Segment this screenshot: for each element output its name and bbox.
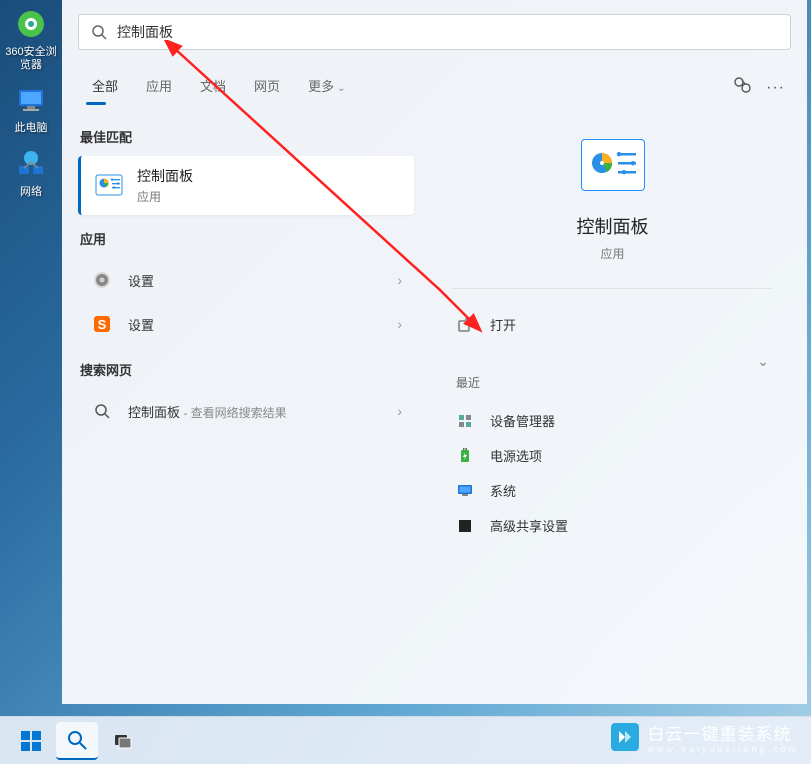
power-options-icon	[456, 447, 474, 465]
recent-item-label: 系统	[490, 481, 516, 500]
divider	[452, 288, 773, 289]
best-match-subtitle: 应用	[137, 188, 193, 205]
recent-power-options[interactable]: 电源选项	[452, 438, 773, 473]
device-manager-icon	[456, 412, 474, 430]
search-input[interactable]	[117, 24, 778, 40]
open-action[interactable]: 打开	[452, 305, 773, 344]
desktop-icon-network[interactable]: 网络	[0, 142, 62, 205]
best-match-result[interactable]: 控制面板 应用	[78, 156, 414, 215]
recent-item-label: 高级共享设置	[490, 516, 568, 535]
tab-all[interactable]: 全部	[78, 68, 132, 107]
desktop-icon-label: 360安全浏览器	[2, 46, 60, 72]
recent-header: 最近	[456, 374, 773, 391]
system-icon	[456, 482, 474, 500]
account-icon[interactable]	[732, 75, 752, 100]
desktop-icon-label: 此电脑	[15, 122, 48, 135]
sharing-settings-icon	[456, 517, 474, 535]
results-list-column: 最佳匹配 控制面板 应用 应用 设置 ›	[78, 113, 414, 543]
search-icon	[90, 399, 114, 423]
web-search-text: 控制面板 - 查看网络搜索结果	[128, 402, 397, 421]
start-button[interactable]	[10, 722, 52, 760]
search-results-panel: 全部 应用 文档 网页 更多⌄ ··· 最佳匹配 控制面板 应用	[62, 0, 807, 704]
result-detail-pane: 控制面板 应用 打开 ⌄ 最近 设备管理器 电源选项	[434, 113, 791, 543]
web-search-result[interactable]: 控制面板 - 查看网络搜索结果 ›	[78, 389, 414, 433]
desktop-icon-thispc[interactable]: 此电脑	[0, 78, 62, 141]
chevron-right-icon: ›	[397, 403, 402, 419]
web-search-header: 搜索网页	[80, 360, 414, 379]
recent-advanced-sharing[interactable]: 高级共享设置	[452, 508, 773, 543]
tab-web[interactable]: 网页	[240, 68, 294, 107]
network-icon	[13, 148, 49, 184]
search-icon	[91, 24, 107, 40]
tab-apps[interactable]: 应用	[132, 68, 186, 107]
recent-device-manager[interactable]: 设备管理器	[452, 403, 773, 438]
best-match-title: 控制面板	[137, 166, 193, 186]
desktop-icon-360browser[interactable]: 360安全浏览器	[0, 2, 62, 78]
svg-text:S: S	[98, 317, 107, 332]
expand-actions-chevron[interactable]: ⌄	[757, 353, 769, 370]
control-panel-icon-large	[581, 139, 645, 191]
watermark-url: www.baiyunxitong.com	[647, 744, 799, 754]
app-result-label: 设置	[128, 315, 397, 334]
apps-header: 应用	[80, 229, 414, 248]
recent-item-label: 设备管理器	[490, 411, 555, 430]
app-result-settings[interactable]: 设置 ›	[78, 258, 414, 302]
watermark: 白云一键重装系统 www.baiyunxitong.com	[611, 720, 799, 754]
chevron-right-icon: ›	[397, 316, 402, 332]
web-suffix: - 查看网络搜索结果	[180, 406, 287, 420]
browser-icon	[13, 8, 49, 44]
pc-icon	[13, 84, 49, 120]
taskbar-taskview-button[interactable]	[102, 722, 144, 760]
open-external-icon	[456, 316, 474, 334]
best-match-header: 最佳匹配	[80, 127, 414, 146]
chevron-right-icon: ›	[397, 272, 402, 288]
web-query: 控制面板	[128, 405, 180, 420]
app-result-sogou-settings[interactable]: S 设置 ›	[78, 302, 414, 346]
chevron-down-icon: ⌄	[337, 83, 345, 94]
desktop-icon-label: 网络	[20, 186, 42, 199]
taskbar-search-button[interactable]	[56, 722, 98, 760]
search-bar[interactable]	[78, 14, 791, 50]
app-result-label: 设置	[128, 271, 397, 290]
open-action-label: 打开	[490, 315, 516, 334]
tab-more-label: 更多	[308, 79, 334, 94]
recent-item-label: 电源选项	[490, 446, 542, 465]
detail-title: 控制面板	[577, 213, 649, 239]
recent-system[interactable]: 系统	[452, 473, 773, 508]
desktop-icons-column: 360安全浏览器 此电脑 网络	[0, 0, 62, 205]
tab-documents[interactable]: 文档	[186, 68, 240, 107]
detail-subtitle: 应用	[600, 245, 624, 262]
sogou-icon: S	[90, 312, 114, 336]
watermark-logo-icon	[611, 723, 639, 751]
filter-tabs-row: 全部 应用 文档 网页 更多⌄ ···	[62, 60, 807, 107]
more-options-icon[interactable]: ···	[766, 79, 785, 97]
tab-more[interactable]: 更多⌄	[294, 68, 359, 107]
gear-icon	[90, 268, 114, 292]
watermark-title: 白云一键重装系统	[647, 720, 799, 745]
control-panel-icon	[95, 172, 123, 200]
